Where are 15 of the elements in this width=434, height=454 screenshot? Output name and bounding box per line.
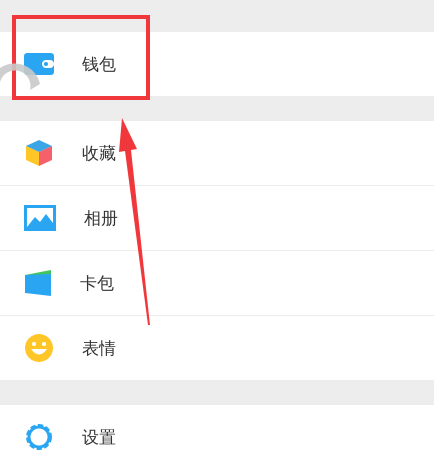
wallet-icon: [24, 53, 54, 75]
cube-icon: [24, 138, 54, 168]
photo-icon: [24, 205, 56, 231]
menu-label: 卡包: [80, 272, 114, 294]
ring-drawing: [0, 64, 40, 90]
smiley-icon: [24, 333, 54, 363]
settings-icon: [24, 422, 54, 452]
menu-item[interactable]: 设置: [0, 405, 434, 454]
menu-label: 相册: [84, 208, 118, 230]
menu-item[interactable]: 表情: [0, 316, 434, 380]
card-icon: [24, 269, 52, 297]
menu-label: 收藏: [82, 142, 116, 164]
menu-label: 设置: [82, 426, 116, 448]
menu-label: 表情: [82, 338, 116, 360]
menu-label: 钱包: [82, 54, 116, 76]
